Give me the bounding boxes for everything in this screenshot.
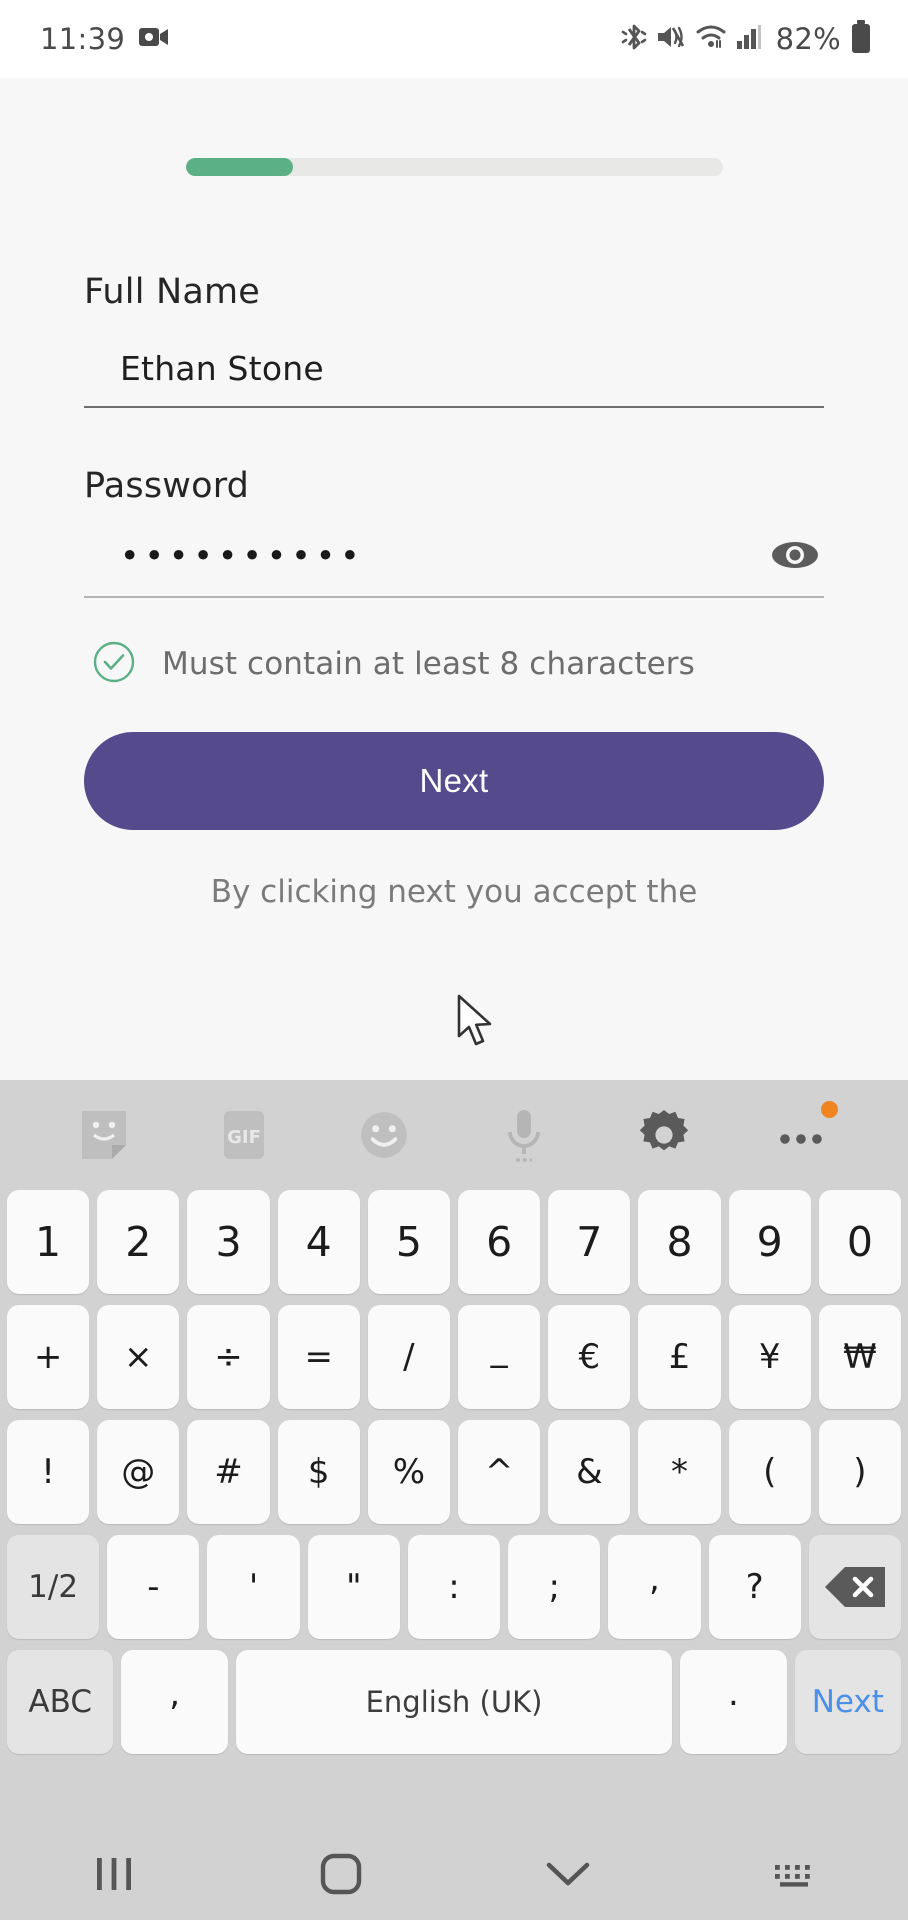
full-name-label: Full Name <box>84 272 261 312</box>
password-field-group: Password •••••••••• <box>84 466 824 598</box>
show-password-eye-icon[interactable] <box>770 538 824 572</box>
terms-text: By clicking next you accept the <box>84 872 824 914</box>
keyboard-key[interactable]: 2 <box>97 1190 180 1294</box>
gif-icon[interactable]: GIF <box>202 1093 286 1177</box>
keyboard-key[interactable]: $ <box>277 1420 360 1524</box>
keyboard-key[interactable]: = <box>277 1305 360 1409</box>
status-bar-left: 11:39 <box>40 22 169 56</box>
svg-text:GIF: GIF <box>227 1127 261 1148</box>
battery-icon <box>850 20 872 58</box>
keyboard-key[interactable]: & <box>548 1420 631 1524</box>
keyboard-key[interactable]: ? <box>708 1535 801 1639</box>
keyboard-key[interactable]: ' <box>207 1535 300 1639</box>
keyboard-key[interactable]: : <box>407 1535 501 1639</box>
wifi-icon <box>695 23 727 55</box>
status-bar-right: 82% <box>621 20 872 58</box>
keyboard-row: ABC, English (UK). Next <box>7 1650 902 1754</box>
mouse-cursor <box>455 994 499 1054</box>
full-name-value: Ethan Stone <box>120 348 324 388</box>
keyboard-switch-icon[interactable] <box>735 1859 855 1889</box>
status-bar: 11:39 82% <box>0 0 908 78</box>
keyboard-key[interactable]: - <box>107 1535 200 1639</box>
keyboard-key[interactable]: 1 <box>7 1190 90 1294</box>
keyboard-next-key[interactable]: Next <box>794 1650 902 1754</box>
keyboard-key[interactable]: " <box>307 1535 400 1639</box>
keyboard-key[interactable]: 4 <box>277 1190 360 1294</box>
keyboard-key[interactable]: ! <box>7 1420 90 1524</box>
microphone-icon[interactable] <box>482 1093 566 1177</box>
keyboard-key[interactable]: , <box>121 1650 228 1754</box>
keyboard-key[interactable]: / <box>367 1305 451 1409</box>
terms-line-1: By clicking next you accept the <box>210 874 698 910</box>
spacebar-key[interactable]: English (UK) <box>235 1650 673 1754</box>
password-value: •••••••••• <box>120 535 365 575</box>
keyboard-key[interactable]: € <box>548 1305 631 1409</box>
keyboard-key[interactable]: 8 <box>638 1190 721 1294</box>
keyboard-key[interactable]: 6 <box>458 1190 541 1294</box>
password-input[interactable]: •••••••••• <box>84 536 824 598</box>
keyboard-key[interactable]: 0 <box>818 1190 902 1294</box>
backspace-key[interactable] <box>808 1535 901 1639</box>
more-options-icon[interactable] <box>762 1093 846 1177</box>
keyboard-row: 1234567890 <box>7 1190 902 1294</box>
bluetooth-icon <box>621 21 647 57</box>
hide-keyboard-chevron-icon[interactable] <box>508 1859 628 1889</box>
keyboard-key[interactable]: ÷ <box>187 1305 270 1409</box>
check-circle-icon <box>92 640 136 688</box>
signup-form: Full Name Ethan Stone Password •••••••••… <box>0 272 908 914</box>
cellular-signal-icon <box>736 23 762 55</box>
full-name-field-group: Full Name Ethan Stone <box>84 272 824 408</box>
keyboard-key[interactable]: ( <box>728 1420 811 1524</box>
system-navigation-bar <box>0 1828 908 1920</box>
keyboard-key[interactable]: ¥ <box>728 1305 811 1409</box>
notification-badge <box>821 1101 838 1118</box>
keyboard-key[interactable]: ) <box>818 1420 902 1524</box>
keyboard-key[interactable]: × <box>97 1305 180 1409</box>
keyboard-key-rows: 1 2 3 4 5 6 7 8 9 0 + × ÷ = / _ € £ ¥ ₩! @ # $% ^ & *() 1/2- ' ":;,?… <box>0 1190 908 1754</box>
keyboard-key[interactable]: 5 <box>367 1190 451 1294</box>
keyboard-key[interactable]: , <box>608 1535 701 1639</box>
password-hint: Must contain at least 8 characters <box>84 640 824 688</box>
on-screen-keyboard: GIF 1 2 3 4 5 6 7 8 9 0 + × ÷ = / _ € £ ¥ ₩! @ # $% ^ & *() 1/2- ' "… <box>0 1080 908 1920</box>
keyboard-key[interactable]: _ <box>458 1305 541 1409</box>
keyboard-key[interactable]: ; <box>508 1535 601 1639</box>
password-hint-text: Must contain at least 8 characters <box>162 646 695 682</box>
status-time: 11:39 <box>40 22 126 56</box>
next-button[interactable]: Next <box>84 732 824 830</box>
keyboard-key[interactable]: ₩ <box>818 1305 902 1409</box>
vibrate-mute-icon <box>656 22 686 56</box>
keyboard-key[interactable]: + <box>7 1305 90 1409</box>
recents-button[interactable] <box>54 1856 174 1892</box>
keyboard-key[interactable]: 7 <box>548 1190 631 1294</box>
sticker-icon[interactable] <box>62 1093 146 1177</box>
keyboard-row: ! @ # $% ^ & *() <box>7 1420 902 1524</box>
keyboard-key[interactable]: . <box>680 1650 787 1754</box>
keyboard-key[interactable]: 3 <box>187 1190 270 1294</box>
keyboard-key[interactable]: 9 <box>728 1190 811 1294</box>
keyboard-key[interactable]: @ <box>97 1420 180 1524</box>
settings-gear-icon[interactable] <box>622 1093 706 1177</box>
emoji-icon[interactable] <box>342 1093 426 1177</box>
battery-percent-label: 82% <box>775 22 841 56</box>
keyboard-key-1-2[interactable]: 1/2 <box>7 1535 100 1639</box>
video-recording-icon <box>139 26 169 52</box>
keyboard-key[interactable]: * <box>638 1420 721 1524</box>
keyboard-row: 1/2- ' ":;,? <box>7 1535 901 1639</box>
progress-fill <box>185 158 293 176</box>
keyboard-row: + × ÷ = / _ € £ ¥ ₩ <box>7 1305 902 1409</box>
password-label: Password <box>84 466 250 506</box>
progress-bar-container <box>0 158 908 176</box>
keyboard-key-abc[interactable]: ABC <box>7 1650 114 1754</box>
keyboard-key[interactable]: % <box>367 1420 451 1524</box>
progress-track <box>185 158 723 176</box>
home-button[interactable] <box>281 1852 401 1896</box>
keyboard-key[interactable]: ^ <box>458 1420 541 1524</box>
keyboard-toolbar: GIF <box>0 1080 908 1190</box>
keyboard-key[interactable]: # <box>187 1420 270 1524</box>
keyboard-key[interactable]: £ <box>638 1305 721 1409</box>
full-name-input[interactable]: Ethan Stone <box>84 346 824 408</box>
